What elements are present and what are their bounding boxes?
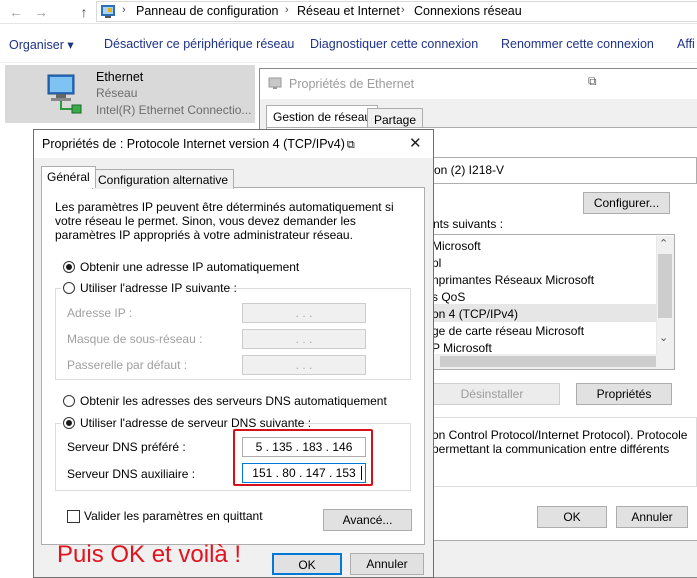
tab-networking[interactable]: Gestion de réseau — [266, 105, 379, 129]
dns-manual-radio[interactable] — [63, 417, 75, 429]
list-item[interactable]: s QoS — [432, 290, 465, 304]
network-adapter-icon — [47, 74, 82, 114]
network-icon — [268, 77, 282, 89]
back-icon[interactable]: ← — [6, 2, 26, 22]
close-icon[interactable]: ✕ — [409, 134, 422, 152]
more-commands-button[interactable]: Affi — [677, 37, 695, 51]
ok-button[interactable]: OK — [272, 553, 342, 575]
components-label: nts suivants : — [433, 217, 504, 231]
configure-button[interactable]: Configurer... — [583, 192, 670, 214]
list-item[interactable]: Microsoft — [432, 239, 481, 253]
window-restore-icon[interactable]: ⧉ — [588, 74, 597, 89]
preferred-dns-label: Serveur DNS préféré : — [67, 440, 186, 454]
validate-checkbox[interactable] — [67, 510, 80, 523]
rename-button[interactable]: Renommer cette connexion — [501, 37, 654, 51]
organize-menu[interactable]: Organiser ▾ — [9, 37, 74, 52]
breadcrumb-separator: › — [285, 4, 289, 16]
breadcrumb-separator: › — [401, 4, 405, 16]
ip-manual-label[interactable]: Utiliser l'adresse IP suivante : — [80, 281, 237, 295]
connection-name: Ethernet — [96, 70, 144, 84]
ethernet-cancel-button[interactable]: Annuler — [616, 506, 688, 528]
cancel-button[interactable]: Annuler — [350, 553, 424, 575]
intro-text: Les paramètres IP peuvent être déterminé… — [55, 200, 394, 242]
subnet-mask-label: Masque de sous-réseau : — [67, 332, 203, 346]
properties-button[interactable]: Propriétés — [576, 383, 672, 405]
gateway-field[interactable]: . . . — [242, 355, 366, 375]
ip-auto-label[interactable]: Obtenir une adresse IP automatiquement — [80, 260, 299, 274]
advanced-button[interactable]: Avancé... — [323, 509, 412, 531]
ip-address-field[interactable]: . . . — [242, 303, 366, 323]
scrollbar-thumb[interactable] — [658, 254, 672, 318]
control-panel-icon — [101, 5, 115, 18]
diagnose-button[interactable]: Diagnostiquer cette connexion — [310, 37, 478, 51]
scroll-down-icon[interactable]: ⌄ — [659, 331, 668, 344]
scrollbar-thumb[interactable] — [440, 356, 656, 367]
disable-device-button[interactable]: Désactiver ce périphérique réseau — [104, 37, 294, 51]
dns-auto-radio[interactable] — [63, 395, 75, 407]
connection-network: Réseau — [96, 86, 138, 100]
highlight-box — [233, 429, 373, 486]
list-item[interactable]: ge de carte réseau Microsoft — [432, 324, 584, 338]
list-item[interactable]: on 4 (TCP/IPv4) — [432, 307, 518, 321]
ipv4-dialog-title: Propriétés de : Protocole Internet versi… — [42, 137, 355, 151]
adapter-name: on (2) I218-V — [434, 163, 505, 177]
gateway-label: Passerelle par défaut : — [67, 358, 188, 372]
breadcrumb-control-panel[interactable]: Panneau de configuration — [136, 4, 278, 18]
breadcrumb-network-connections[interactable]: Connexions réseau — [414, 4, 522, 18]
uninstall-button[interactable]: Désinstaller — [424, 383, 560, 405]
up-icon[interactable]: ↑ — [74, 2, 94, 22]
ethernet-window-title: Propriétés de Ethernet — [289, 77, 415, 91]
window-restore-icon: ⧉ — [346, 139, 355, 151]
list-item[interactable]: P Microsoft — [432, 341, 492, 355]
breadcrumb-network-internet[interactable]: Réseau et Internet — [297, 4, 400, 18]
scroll-up-icon[interactable]: ⌃ — [659, 237, 668, 250]
ip-address-label: Adresse IP : — [67, 306, 133, 320]
dns-manual-label[interactable]: Utiliser l'adresse de serveur DNS suivan… — [80, 416, 311, 430]
list-item[interactable]: nprimantes Réseaux Microsoft — [432, 273, 594, 287]
validate-label[interactable]: Valider les paramètres en quittant — [84, 509, 263, 523]
ip-manual-radio[interactable] — [63, 282, 75, 294]
ip-auto-radio[interactable] — [63, 261, 75, 273]
tab-alternate-configuration[interactable]: Configuration alternative — [92, 169, 235, 189]
breadcrumb-separator: › — [122, 4, 126, 16]
dns-auto-label[interactable]: Obtenir les adresses des serveurs DNS au… — [80, 394, 387, 408]
connection-device: Intel(R) Ethernet Connectio... — [96, 103, 252, 117]
alternate-dns-label: Serveur DNS auxiliaire : — [67, 467, 196, 481]
tab-general[interactable]: Général — [41, 166, 96, 188]
ethernet-ok-button[interactable]: OK — [537, 506, 607, 528]
subnet-mask-field[interactable]: . . . — [242, 329, 366, 349]
component-description: on Control Protocol/Internet Protocol). … — [432, 428, 688, 456]
annotation-text: Puis OK et voilà ! — [57, 541, 242, 568]
forward-icon[interactable]: → — [31, 2, 51, 22]
